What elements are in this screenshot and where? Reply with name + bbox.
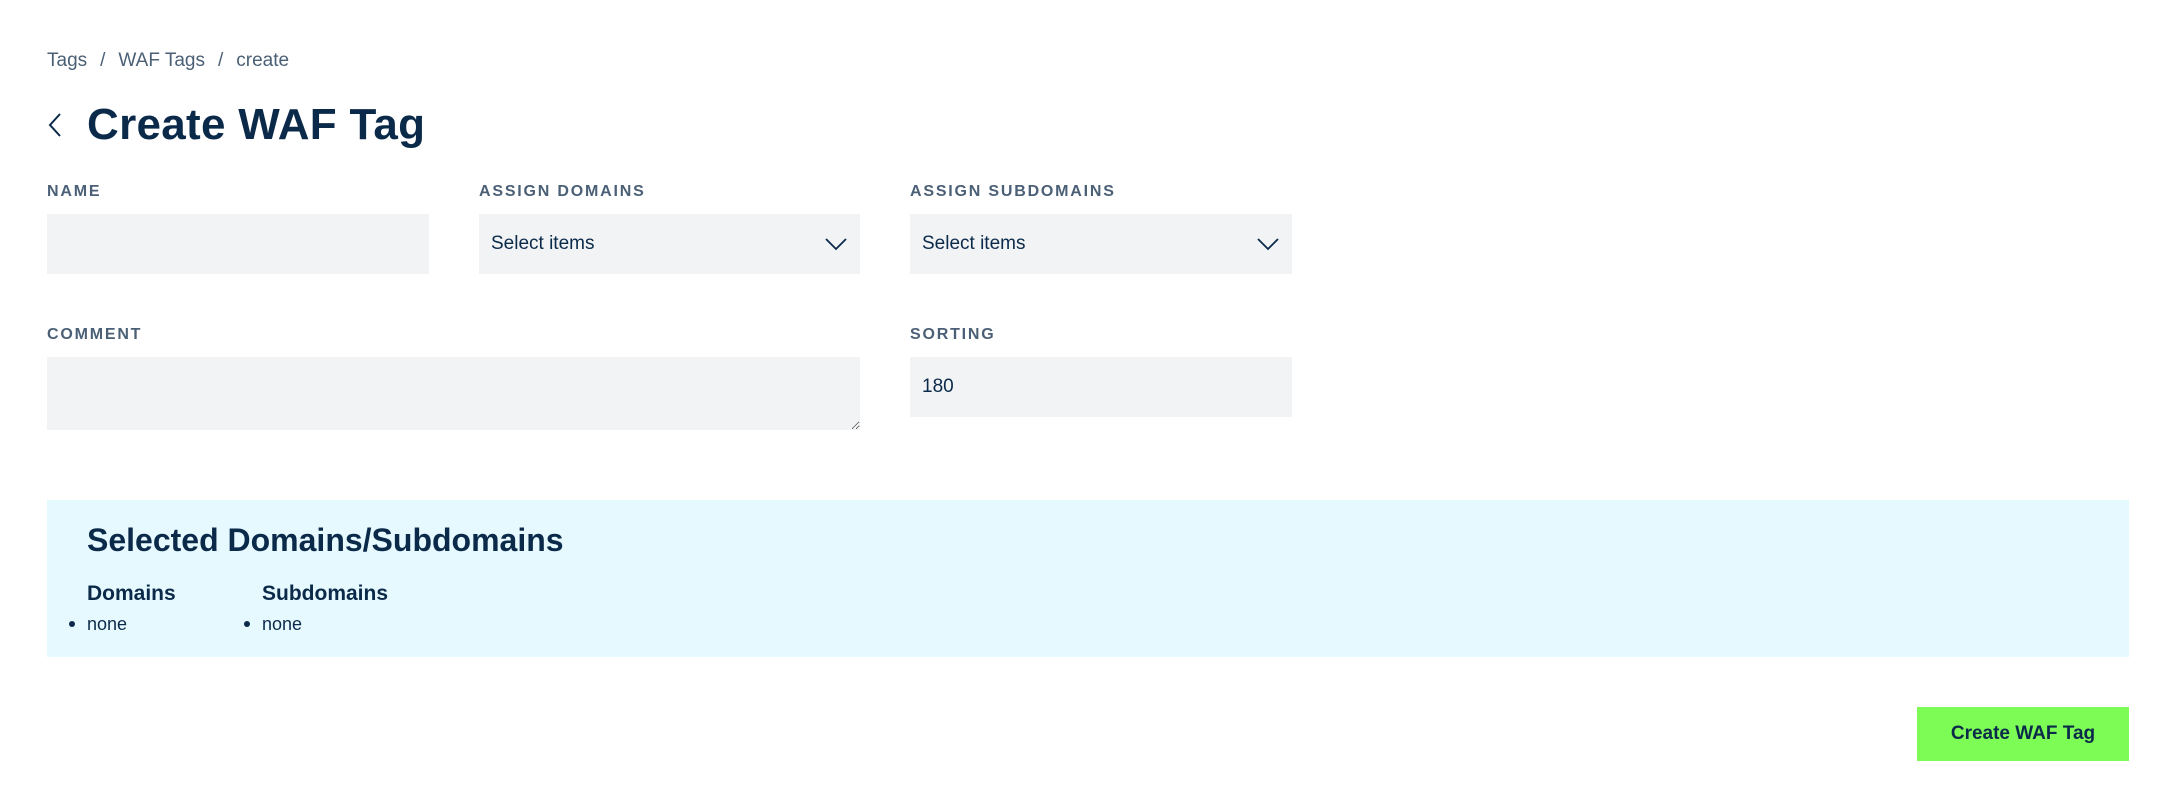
- comment-textarea[interactable]: [47, 357, 860, 430]
- assign-subdomains-select[interactable]: Select items: [910, 214, 1292, 274]
- selected-domains-panel: Selected Domains/Subdomains Domains none…: [47, 500, 2129, 657]
- title-row: Create WAF Tag: [47, 100, 425, 150]
- subdomains-column: Subdomains none: [244, 582, 389, 635]
- sorting-label: SORTING: [910, 326, 996, 343]
- breadcrumb-tags[interactable]: Tags: [47, 50, 87, 72]
- assign-domains-label: ASSIGN DOMAINS: [479, 183, 646, 200]
- subdomains-item: none: [262, 614, 303, 634]
- subdomains-heading: Subdomains: [262, 582, 389, 605]
- domains-item: none: [87, 614, 128, 634]
- domains-heading: Domains: [87, 582, 176, 605]
- assign-subdomains-label: ASSIGN SUBDOMAINS: [910, 183, 1116, 200]
- subdomains-list: none: [244, 614, 388, 635]
- breadcrumb-current: create: [236, 50, 290, 71]
- breadcrumb-separator: /: [100, 50, 106, 71]
- chevron-down-icon: [1257, 238, 1279, 251]
- breadcrumb: Tags / WAF Tags / create: [47, 50, 289, 72]
- domains-list: none: [69, 614, 176, 635]
- chevron-down-icon: [825, 238, 847, 251]
- sorting-input[interactable]: [910, 357, 1292, 417]
- back-button[interactable]: [47, 105, 73, 145]
- breadcrumb-separator: /: [218, 50, 224, 71]
- comment-label: COMMENT: [47, 326, 143, 343]
- assign-subdomains-value: Select items: [922, 233, 1026, 254]
- chevron-left-icon: [48, 113, 61, 137]
- create-waf-tag-button[interactable]: Create WAF Tag: [1917, 707, 2129, 761]
- breadcrumb-waf-tags[interactable]: WAF Tags: [118, 50, 205, 72]
- list-item: none: [244, 614, 388, 635]
- selected-panel-title: Selected Domains/Subdomains: [87, 522, 564, 558]
- list-item: none: [69, 614, 176, 635]
- bullet-icon: [244, 621, 250, 627]
- domains-column: Domains none: [69, 582, 176, 635]
- bullet-icon: [69, 621, 75, 627]
- name-input[interactable]: [47, 214, 429, 274]
- page-title: Create WAF Tag: [87, 100, 426, 149]
- name-label: NAME: [47, 183, 102, 200]
- assign-domains-value: Select items: [491, 233, 595, 254]
- assign-domains-select[interactable]: Select items: [479, 214, 860, 274]
